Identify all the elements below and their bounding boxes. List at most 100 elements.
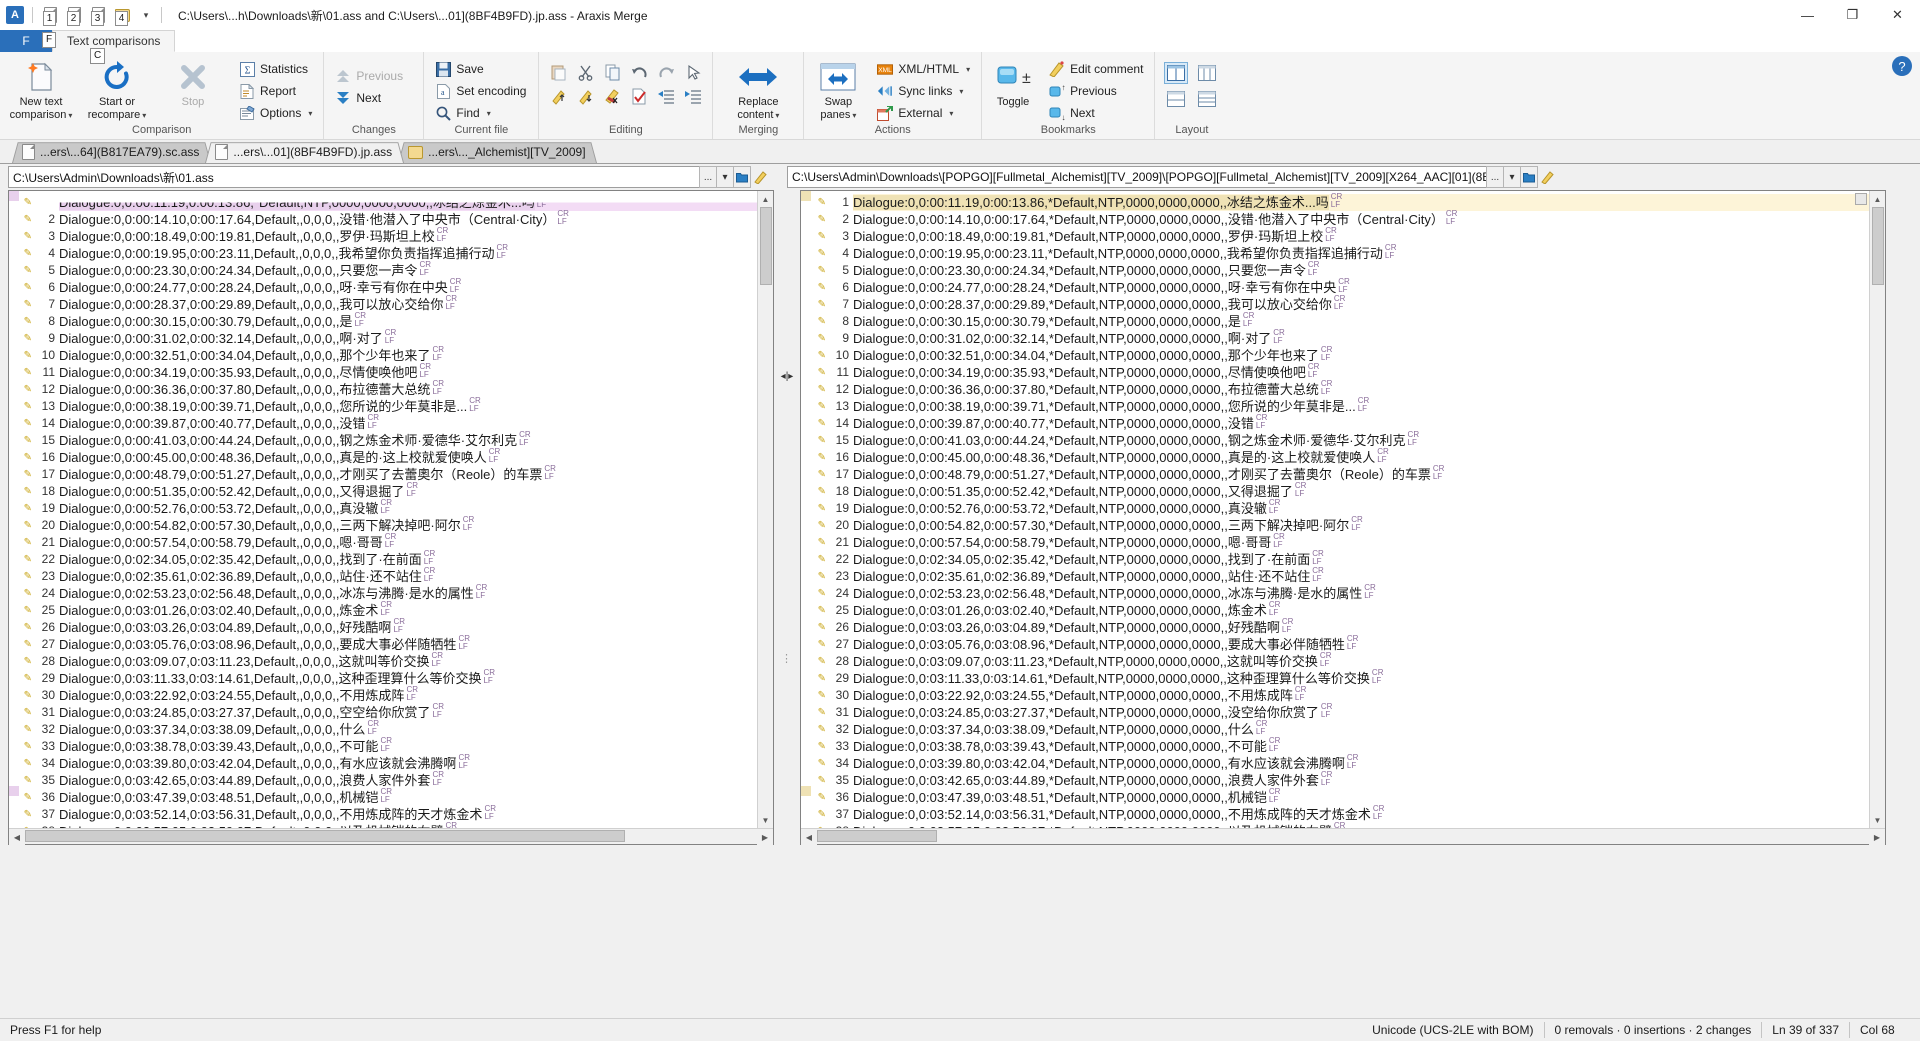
report-button[interactable]: Report — [235, 81, 316, 101]
code-line[interactable]: Dialogue:0,0:00:51.35,0:00:52.42,*Defaul… — [853, 483, 1869, 500]
next-bookmark-button[interactable]: ↓ Next — [1045, 103, 1147, 123]
copy-icon[interactable] — [602, 62, 622, 82]
code-line[interactable]: Dialogue:0,0:02:53.23,0:02:56.48,Default… — [59, 585, 757, 602]
divider-collapse-left-icon[interactable]: ◂|▸ — [781, 371, 794, 382]
code-line[interactable]: Dialogue:0,0:00:32.51,0:00:34.04,Default… — [59, 347, 757, 364]
select-pointer-icon[interactable] — [683, 62, 703, 82]
code-line[interactable]: Dialogue:0,0:03:42.65,0:03:44.89,Default… — [59, 772, 757, 789]
line-number-row[interactable]: ✎4 — [811, 245, 853, 262]
left-open-folder-button[interactable] — [733, 166, 751, 188]
line-number-row[interactable]: ✎27 — [811, 636, 853, 653]
divider-grip[interactable]: ⋮ — [781, 652, 793, 665]
code-line[interactable]: Dialogue:0,0:00:24.77,0:00:28.24,Default… — [59, 279, 757, 296]
scroll-down-arrow[interactable]: ▼ — [1870, 812, 1886, 828]
chevron-down-icon[interactable]: ▾ — [949, 109, 953, 118]
line-number-row[interactable]: ✎26 — [19, 619, 59, 636]
code-line[interactable]: Dialogue:0,0:00:19.95,0:00:23.11,Default… — [59, 245, 757, 262]
line-number-row[interactable]: ✎35 — [19, 772, 59, 789]
line-number-row[interactable]: ✎22 — [19, 551, 59, 568]
line-number-row[interactable]: ✎1 — [811, 194, 853, 211]
code-line[interactable]: Dialogue:0,0:00:14.10,0:00:17.64,*Defaul… — [853, 211, 1869, 228]
line-number-row[interactable]: ✎19 — [19, 500, 59, 517]
right-edit-mode-button[interactable] — [1538, 166, 1558, 188]
swap-panes-button[interactable]: Swap panes▾ — [807, 57, 869, 122]
edit-down-icon[interactable] — [575, 86, 595, 106]
code-line[interactable]: Dialogue:0,0:00:18.49,0:00:19.81,Default… — [59, 228, 757, 245]
chevron-down-icon[interactable]: ▾ — [775, 111, 779, 120]
line-number-row[interactable]: ✎10 — [19, 347, 59, 364]
code-line[interactable]: Dialogue:0,0:00:41.03,0:00:44.24,Default… — [59, 432, 757, 449]
line-number-row[interactable]: ✎25 — [19, 602, 59, 619]
code-line[interactable]: Dialogue:0,0:00:24.77,0:00:28.24,*Defaul… — [853, 279, 1869, 296]
scroll-up-arrow[interactable]: ▲ — [758, 191, 774, 207]
line-number-row[interactable]: ✎23 — [811, 568, 853, 585]
line-number-row[interactable]: ✎2 — [19, 211, 59, 228]
right-history-dropdown-button[interactable]: ▾ — [1503, 166, 1521, 188]
code-line[interactable]: Dialogue:0,0:02:35.61,0:02:36.89,*Defaul… — [853, 568, 1869, 585]
previous-bookmark-button[interactable]: ↑ Previous — [1045, 81, 1147, 101]
line-number-row[interactable]: ✎19 — [811, 500, 853, 517]
line-number-row[interactable]: ✎36 — [19, 789, 59, 806]
line-number-row[interactable]: ✎11 — [19, 364, 59, 381]
line-number-row[interactable]: ✎ — [19, 194, 59, 211]
tab-b817ea79-sc-ass[interactable]: ...ers\...64](B817EA79).sc.ass — [12, 141, 211, 163]
left-history-dropdown-button[interactable]: ▾ — [716, 166, 734, 188]
line-number-row[interactable]: ✎10 — [811, 347, 853, 364]
line-number-row[interactable]: ✎6 — [811, 279, 853, 296]
line-number-row[interactable]: ✎7 — [19, 296, 59, 313]
line-number-row[interactable]: ✎23 — [19, 568, 59, 585]
line-number-row[interactable]: ✎37 — [19, 806, 59, 823]
code-line[interactable]: Dialogue:0,0:02:34.05,0:02:35.42,Default… — [59, 551, 757, 568]
layout-three-row-icon[interactable] — [1195, 88, 1219, 110]
line-number-row[interactable]: ✎8 — [19, 313, 59, 330]
code-line[interactable]: Dialogue:0,0:03:09.07,0:03:11.23,*Defaul… — [853, 653, 1869, 670]
line-number-row[interactable]: ✎21 — [19, 534, 59, 551]
outdent-icon[interactable] — [656, 86, 676, 106]
indent-icon[interactable] — [683, 86, 703, 106]
code-line[interactable]: Dialogue:0,0:00:32.51,0:00:34.04,*Defaul… — [853, 347, 1869, 364]
code-line[interactable]: Dialogue:0,0:03:11.33,0:03:14.61,*Defaul… — [853, 670, 1869, 687]
line-number-row[interactable]: ✎20 — [19, 517, 59, 534]
line-number-row[interactable]: ✎9 — [19, 330, 59, 347]
tab-8bf4b9fd-jp-ass[interactable]: ...ers\...01](8BF4B9FD).jp.ass — [205, 141, 404, 163]
code-line[interactable]: Dialogue:0,0:03:39.80,0:03:42.04,Default… — [59, 755, 757, 772]
code-line[interactable]: Dialogue:0,0:03:57.05,0:03:59.07,Default… — [59, 823, 757, 828]
line-number-row[interactable]: ✎16 — [811, 449, 853, 466]
line-number-row[interactable]: ✎8 — [811, 313, 853, 330]
code-line[interactable]: Dialogue:0,0:00:39.87,0:00:40.77,*Defaul… — [853, 415, 1869, 432]
scroll-track[interactable] — [1870, 207, 1886, 812]
code-line[interactable]: Dialogue:0,0:00:34.19,0:00:35.93,*Defaul… — [853, 364, 1869, 381]
line-number-row[interactable]: ✎15 — [19, 432, 59, 449]
code-line[interactable]: Dialogue:0,0:00:28.37,0:00:29.89,Default… — [59, 296, 757, 313]
line-number-row[interactable]: ✎2 — [811, 211, 853, 228]
line-number-row[interactable]: ✎16 — [19, 449, 59, 466]
line-number-row[interactable]: ✎14 — [811, 415, 853, 432]
minimize-button[interactable]: — — [1785, 0, 1830, 30]
chevron-down-icon[interactable]: ▾ — [308, 109, 312, 118]
edit-up-icon[interactable] — [548, 86, 568, 106]
line-number-row[interactable]: ✎18 — [19, 483, 59, 500]
close-button[interactable]: ✕ — [1875, 0, 1920, 30]
line-number-row[interactable]: ✎7 — [811, 296, 853, 313]
chevron-down-icon[interactable]: ▾ — [487, 109, 491, 118]
tab-alchemist-folder[interactable]: ...ers\..._Alchemist][TV_2009] — [398, 141, 597, 163]
right-change-map[interactable] — [801, 191, 811, 828]
clear-edit-icon[interactable] — [602, 86, 622, 106]
line-number-row[interactable]: ✎32 — [19, 721, 59, 738]
line-number-row[interactable]: ✎30 — [19, 687, 59, 704]
code-line[interactable]: Dialogue:0,0:03:47.39,0:03:48.51,*Defaul… — [853, 789, 1869, 806]
line-number-row[interactable]: ✎17 — [19, 466, 59, 483]
chevron-down-icon[interactable]: ▾ — [852, 111, 856, 120]
save-button[interactable]: Save — [431, 59, 530, 79]
code-line[interactable]: Dialogue:0,0:03:57.05,0:03:59.07,*Defaul… — [853, 823, 1869, 828]
code-line[interactable]: Dialogue:0,0:03:52.14,0:03:56.31,*Defaul… — [853, 806, 1869, 823]
scroll-thumb[interactable] — [817, 830, 937, 842]
line-number-row[interactable]: ✎5 — [19, 262, 59, 279]
code-line[interactable]: Dialogue:0,0:00:52.76,0:00:53.72,Default… — [59, 500, 757, 517]
external-button[interactable]: External ▾ — [873, 103, 974, 123]
left-horizontal-scrollbar[interactable]: ◀ ▶ — [9, 828, 773, 844]
line-number-row[interactable]: ✎13 — [811, 398, 853, 415]
right-vertical-scrollbar[interactable]: ▲ ▼ — [1869, 191, 1885, 828]
code-line[interactable]: Dialogue:0,0:03:39.80,0:03:42.04,*Defaul… — [853, 755, 1869, 772]
scroll-down-arrow[interactable]: ▼ — [758, 812, 774, 828]
